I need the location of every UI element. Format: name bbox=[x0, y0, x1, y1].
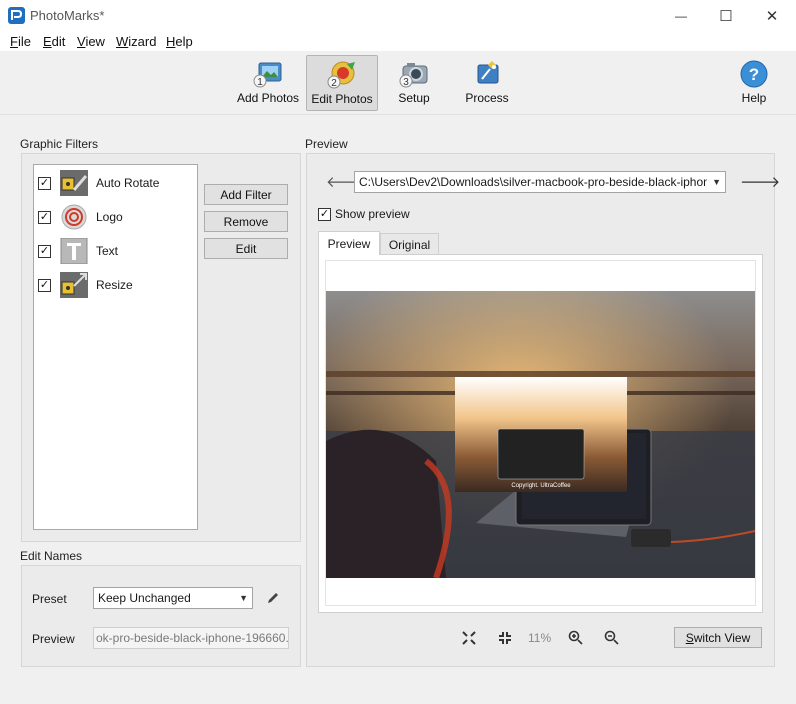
name-preview-field: ok-pro-beside-black-iphone-196660.jpg bbox=[93, 627, 289, 649]
step-process-label: Process bbox=[465, 91, 509, 105]
chevron-down-icon: ▼ bbox=[236, 593, 248, 603]
zoom-in-icon[interactable] bbox=[568, 630, 584, 646]
help-label: Help bbox=[741, 91, 767, 105]
name-preview-label: Preview bbox=[32, 632, 75, 646]
help-button[interactable]: ? Help bbox=[718, 55, 790, 111]
show-preview-label: Show preview bbox=[335, 207, 410, 221]
auto-rotate-icon bbox=[60, 170, 88, 196]
photos-icon: 1 bbox=[253, 62, 282, 88]
edit-icon: 2 bbox=[327, 61, 355, 89]
filter-logo-checkbox[interactable]: ✓ bbox=[38, 210, 51, 224]
add-filter-button[interactable]: Add Filter bbox=[204, 184, 288, 205]
window-title: PhotoMarks* bbox=[30, 8, 105, 23]
menu-wizard[interactable]: Wizard bbox=[116, 34, 156, 49]
filter-item-logo[interactable]: ✓ Logo bbox=[38, 203, 193, 231]
filter-resize-label: Resize bbox=[96, 278, 133, 292]
graphic-filters-heading: Graphic Filters bbox=[20, 137, 99, 151]
edit-names-heading: Edit Names bbox=[20, 549, 83, 563]
filter-item-text[interactable]: ✓ Text bbox=[38, 237, 193, 265]
filter-list[interactable]: ✓ Auto Rotate ✓ Logo ✓ Text ✓ Resize bbox=[33, 164, 198, 530]
filter-text-label: Text bbox=[96, 244, 119, 258]
edit-filter-button[interactable]: Edit bbox=[204, 238, 288, 259]
filter-text-checkbox[interactable]: ✓ bbox=[38, 244, 51, 258]
svg-text:?: ? bbox=[749, 65, 759, 84]
filter-resize-checkbox[interactable]: ✓ bbox=[38, 278, 51, 292]
step-add-photos-button[interactable]: 1 Add Photos bbox=[232, 55, 304, 111]
filter-item-auto-rotate[interactable]: ✓ Auto Rotate bbox=[38, 169, 193, 197]
svg-text:1: 1 bbox=[257, 77, 263, 88]
text-icon bbox=[60, 238, 88, 264]
show-preview-checkbox[interactable]: ✓ Show preview bbox=[318, 207, 410, 221]
filter-logo-label: Logo bbox=[96, 210, 123, 224]
pencil-icon[interactable] bbox=[266, 591, 280, 605]
chevron-down-icon: ▼ bbox=[709, 177, 721, 187]
maximize-icon: ☐ bbox=[719, 7, 733, 25]
preview-heading: Preview bbox=[305, 137, 348, 151]
close-button[interactable]: ✕ bbox=[749, 0, 795, 31]
file-path-dropdown[interactable]: C:\Users\Dev2\Downloads\silver-macbook-p… bbox=[354, 171, 726, 193]
step-setup-label: Setup bbox=[398, 91, 430, 105]
watermark-text: Copyright. UltraCoffee bbox=[511, 483, 571, 489]
menu-help[interactable]: Help bbox=[166, 34, 193, 49]
filter-auto-rotate-checkbox[interactable]: ✓ bbox=[38, 176, 51, 190]
show-preview-check[interactable]: ✓ bbox=[318, 207, 331, 221]
tab-preview[interactable]: Preview bbox=[318, 231, 380, 255]
menu-view[interactable]: View bbox=[77, 34, 105, 49]
menu-edit[interactable]: Edit bbox=[43, 34, 65, 49]
preset-value: Keep Unchanged bbox=[98, 591, 191, 605]
camera-icon: 3 bbox=[399, 63, 428, 88]
svg-text:2: 2 bbox=[331, 78, 337, 89]
step-setup-button[interactable]: 3 Setup bbox=[378, 55, 450, 111]
menu-bar: File Edit View Wizard Help bbox=[0, 31, 796, 51]
preview-photo: Copyright. UltraCoffee bbox=[326, 291, 755, 578]
actual-size-icon[interactable] bbox=[497, 630, 513, 646]
app-logo-icon bbox=[8, 7, 25, 24]
filter-auto-rotate-label: Auto Rotate bbox=[96, 176, 160, 190]
preset-dropdown[interactable]: Keep Unchanged ▼ bbox=[93, 587, 253, 609]
minimize-button[interactable]: — bbox=[658, 0, 704, 31]
process-icon bbox=[477, 61, 499, 84]
step-process-button[interactable]: Process bbox=[451, 55, 523, 111]
minimize-icon: — bbox=[675, 8, 687, 23]
switch-view-button[interactable]: Switch View bbox=[674, 627, 762, 648]
close-icon: ✕ bbox=[765, 7, 779, 25]
menu-file[interactable]: File bbox=[10, 34, 31, 49]
file-path-value: C:\Users\Dev2\Downloads\silver-macbook-p… bbox=[359, 175, 707, 189]
fit-to-window-icon[interactable] bbox=[461, 630, 477, 646]
filter-item-resize[interactable]: ✓ Resize bbox=[38, 271, 193, 299]
forward-arrow-icon[interactable]: 🡒 bbox=[740, 172, 780, 191]
step-edit-photos-button[interactable]: 2 Edit Photos bbox=[306, 55, 378, 111]
step-add-photos-label: Add Photos bbox=[236, 91, 300, 105]
maximize-button[interactable]: ☐ bbox=[703, 0, 749, 31]
edit-names-panel bbox=[21, 565, 301, 667]
resize-icon bbox=[60, 272, 88, 298]
help-icon: ? bbox=[740, 60, 768, 88]
remove-filter-button[interactable]: Remove bbox=[204, 211, 288, 232]
title-bar: PhotoMarks* — ☐ ✕ bbox=[0, 0, 796, 31]
step-edit-photos-label: Edit Photos bbox=[311, 92, 373, 106]
preset-label: Preset bbox=[32, 592, 67, 606]
zoom-level: 11% bbox=[528, 631, 552, 645]
tab-original[interactable]: Original bbox=[380, 233, 439, 255]
zoom-out-icon[interactable] bbox=[604, 630, 620, 646]
wizard-toolbar: 1 Add Photos 2 Edit Photos 3 Setup Proce… bbox=[0, 51, 796, 115]
svg-text:3: 3 bbox=[403, 77, 409, 88]
logo-icon bbox=[61, 204, 87, 230]
